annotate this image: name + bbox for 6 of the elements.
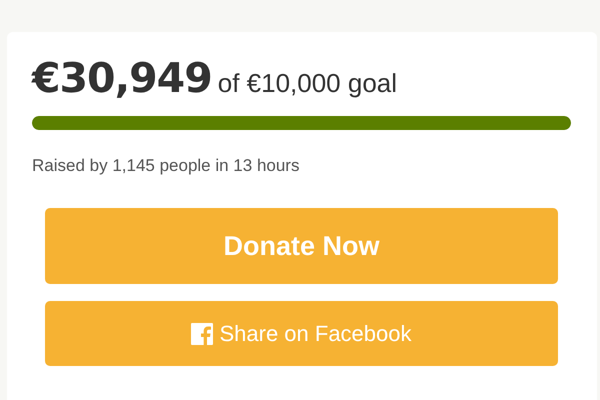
facebook-icon (191, 322, 214, 344)
share-button[interactable]: Share on Facebook (45, 301, 558, 366)
donate-button[interactable]: Donate Now (45, 208, 558, 284)
goal-text: of €10,000 goal (218, 68, 398, 99)
raised-amount: €30,949 (32, 54, 212, 102)
raised-summary: Raised by 1,145 people in 13 hours (32, 156, 300, 176)
